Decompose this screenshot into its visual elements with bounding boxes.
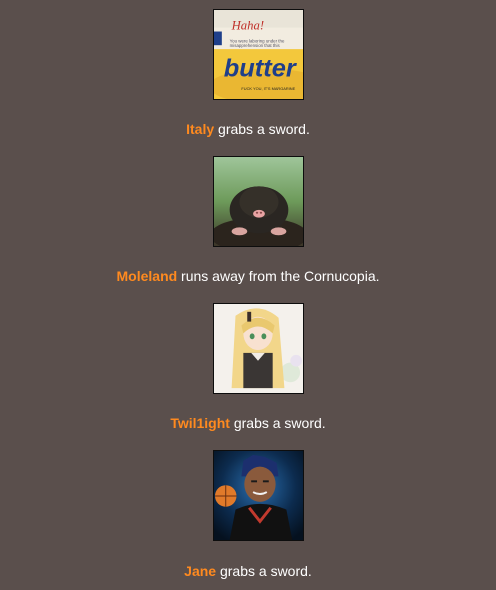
anime-blonde-girl-image bbox=[214, 304, 303, 393]
tub-subtext-2: misapprehension that this bbox=[230, 43, 281, 48]
tribute-name: Moleland bbox=[116, 268, 178, 284]
event-line-moleland: Moleland runs away from the Cornucopia. bbox=[0, 268, 496, 284]
butter-word: butter bbox=[224, 55, 298, 83]
butter-tub-image: Haha! You were laboring under the misapp… bbox=[214, 10, 303, 99]
mole-image bbox=[214, 157, 303, 246]
event-line-jane: Jane grabs a sword. bbox=[0, 563, 496, 579]
event-line-italy: Italy grabs a sword. bbox=[0, 121, 496, 137]
tribute-name: Twil1ight bbox=[170, 415, 230, 431]
event-action: grabs a sword. bbox=[216, 563, 312, 579]
event-action: grabs a sword. bbox=[229, 415, 326, 431]
margarine-text: FUCK YOU, IT'S MARGARINE bbox=[241, 86, 295, 91]
tribute-name: Jane bbox=[184, 563, 217, 579]
tribute-name: Italy bbox=[186, 121, 215, 137]
event-action: grabs a sword. bbox=[214, 121, 310, 137]
tribute-avatar-moleland bbox=[213, 156, 304, 247]
haha-text: Haha! bbox=[231, 19, 264, 33]
event-action: runs away from the Cornucopia. bbox=[177, 268, 380, 284]
tribute-avatar-jane bbox=[213, 450, 304, 541]
tribute-avatar-twil1ight bbox=[213, 303, 304, 394]
tribute-avatar-italy: Haha! You were laboring under the misapp… bbox=[213, 9, 304, 100]
event-line-twil1ight: Twil1ight grabs a sword. bbox=[0, 415, 496, 431]
anime-basketball-player-image bbox=[214, 451, 303, 540]
